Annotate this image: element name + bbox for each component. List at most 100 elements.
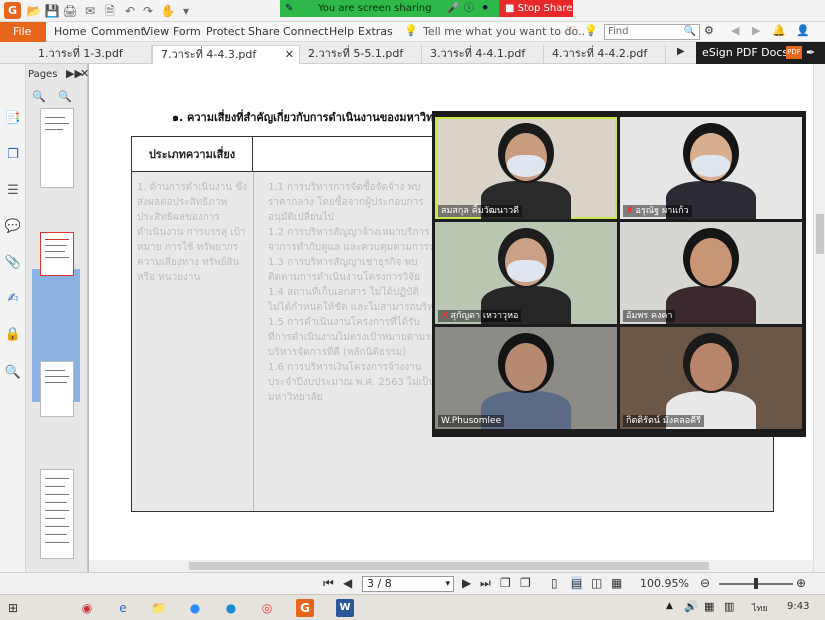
pages-thumbnail-icon[interactable]: ❐ (4, 146, 22, 164)
video-tile[interactable]: ✘ สุกัญดา เหวาวุหอ (435, 222, 617, 324)
zoom-in-page-icon[interactable]: 🔍 (58, 90, 72, 103)
video-tile[interactable]: กิตติรัตน์ มั่งคลอคีรี (620, 327, 802, 429)
shield-icon[interactable]: ⚫ (481, 0, 489, 17)
stop-share-button[interactable]: ■ Stop Share (499, 0, 573, 17)
pin-icon[interactable]: ✎ (285, 0, 293, 17)
horizontal-scroll-thumb[interactable] (189, 562, 709, 570)
face-mask (507, 155, 545, 177)
hand-tool-icon[interactable]: ✋ (160, 3, 176, 19)
input-language[interactable]: ไทย (752, 601, 768, 615)
page-thumbnail-5[interactable] (40, 469, 74, 559)
user-search-icon[interactable]: 🔍 (4, 364, 22, 382)
tray-expand-icon[interactable]: ▲ (666, 601, 673, 611)
single-page-view-icon[interactable]: ▯ (551, 576, 558, 590)
user-account-icon[interactable]: 👤 (796, 24, 810, 37)
menu-share[interactable]: Share (248, 25, 280, 38)
tell-me-search[interactable]: Tell me what you want to do.. (423, 25, 585, 38)
back-arrow-icon[interactable]: ◀ (731, 24, 739, 37)
internet-explorer-icon[interactable]: e (114, 599, 132, 617)
video-tile[interactable]: W.Phusomlee (435, 327, 617, 429)
tab-document-3[interactable]: 2.วาระที่ 5-5.1.pdf (300, 45, 422, 64)
layers-icon[interactable]: ☰ (4, 182, 22, 200)
previous-page-icon[interactable]: ◀ (343, 576, 352, 590)
clock-time[interactable]: 9:43 (787, 601, 809, 612)
save-icon[interactable]: 💾 (44, 3, 60, 19)
windows-start-icon[interactable]: ⊞ (4, 599, 22, 617)
page-thumbnail-4[interactable] (40, 361, 74, 417)
page-number-input[interactable]: 3 / 8 ▾ (362, 576, 454, 592)
tab-document-2[interactable]: 7.วาระที่ 4-4.3.pdf ✕ (152, 45, 300, 64)
lock-icon[interactable]: 🔒 (4, 326, 22, 344)
heart-icon[interactable]: ♡ (566, 24, 576, 37)
menu-connect[interactable]: Connect (283, 25, 328, 38)
notification-bell-icon[interactable]: 🔔 (772, 24, 786, 37)
foxit-logo-icon[interactable]: G (4, 2, 21, 19)
open-folder-icon[interactable]: 📂 (26, 3, 42, 19)
taskbar-app-icon[interactable]: ◉ (78, 599, 96, 617)
info-icon[interactable]: ⓘ (464, 0, 474, 17)
zoom-out-icon[interactable]: ⊖ (700, 576, 710, 590)
file-explorer-icon[interactable]: 📁 (150, 599, 168, 617)
first-page-icon[interactable]: ⏮ (323, 576, 334, 591)
close-tab-icon[interactable]: ✕ (285, 46, 294, 64)
redo-icon[interactable]: ↷ (140, 3, 156, 19)
continuous-facing-view-icon[interactable]: ▦ (611, 576, 622, 590)
close-panel-icon[interactable]: ✕ (80, 67, 89, 80)
menu-protect[interactable]: Protect (206, 25, 245, 38)
customize-dropdown-icon[interactable]: ▾ (178, 3, 194, 19)
foxit-taskbar-icon[interactable]: G (296, 599, 314, 617)
horizontal-scrollbar[interactable] (89, 560, 813, 572)
previous-view-icon[interactable]: ❐ (500, 576, 511, 590)
mic-icon[interactable]: 🎤 (447, 0, 459, 17)
video-tile[interactable]: อัมพร คงคา (620, 222, 802, 324)
next-page-icon[interactable]: ▶ (462, 576, 471, 590)
video-tile[interactable]: ✘ อรุณัฐ ผาแก้ว (620, 117, 802, 219)
print-icon[interactable]: 🖨 (62, 3, 78, 19)
menu-form[interactable]: Form (173, 25, 201, 38)
menu-home[interactable]: Home (54, 25, 86, 38)
tab-list-arrow-icon[interactable]: ▶ (677, 46, 685, 57)
forward-arrow-icon[interactable]: ▶ (752, 24, 760, 37)
lightbulb-tip-icon[interactable]: 💡 (584, 24, 598, 37)
esign-pdf-docs-button[interactable]: eSign PDF Docs PDF ✒ (696, 42, 825, 64)
zoom-level[interactable]: 100.95% (640, 577, 689, 590)
page-dropdown-icon[interactable]: ▾ (445, 577, 450, 591)
comments-icon[interactable]: 💬 (4, 218, 22, 236)
zoom-app-icon[interactable]: ● (186, 599, 204, 617)
menu-extras[interactable]: Extras (358, 25, 393, 38)
word-taskbar-icon[interactable]: W (336, 599, 354, 617)
bookmark-icon[interactable]: 📑 (4, 110, 22, 128)
zoom-out-page-icon[interactable]: 🔍 (32, 90, 46, 103)
signal-icon[interactable]: ▥ (724, 600, 734, 613)
menu-comment[interactable]: Comment (91, 25, 145, 38)
settings-gear-icon[interactable]: ⚙ (704, 24, 714, 37)
facing-view-icon[interactable]: ◫ (591, 576, 602, 590)
chrome-browser-icon[interactable]: ◎ (258, 599, 276, 617)
vertical-scroll-thumb[interactable] (816, 214, 824, 254)
file-menu-button[interactable]: File (0, 22, 46, 42)
vertical-scrollbar[interactable] (813, 64, 825, 572)
menu-help[interactable]: Help (329, 25, 354, 38)
new-document-icon[interactable]: 🗎 (102, 3, 118, 19)
video-tile[interactable]: สมสกุล คิ้มวัฒนาวดี (435, 117, 617, 219)
signature-icon[interactable]: ✍ (4, 290, 22, 308)
tab-label: 2.วาระที่ 5-5.1.pdf (308, 47, 404, 60)
continuous-view-icon[interactable]: ▤ (571, 576, 583, 590)
email-icon[interactable]: ✉ (82, 3, 98, 19)
menu-view[interactable]: View (143, 25, 169, 38)
page-thumbnail-3[interactable] (40, 232, 74, 276)
network-icon[interactable]: ▦ (704, 600, 714, 613)
attachment-icon[interactable]: 📎 (4, 254, 22, 272)
zoom-in-icon[interactable]: ⊕ (796, 576, 806, 590)
volume-icon[interactable]: 🔊 (684, 600, 698, 613)
page-thumbnail-2[interactable] (40, 108, 74, 188)
edge-browser-icon[interactable]: ● (222, 599, 240, 617)
tab-document-1[interactable]: 1.วาระที่ 1-3.pdf (30, 45, 152, 64)
zoom-slider-knob[interactable] (754, 578, 758, 589)
find-input[interactable]: Find 🔍 (604, 24, 700, 40)
next-view-icon[interactable]: ❐ (520, 576, 531, 590)
last-page-icon[interactable]: ⏭ (480, 576, 491, 591)
tab-document-4[interactable]: 3.วาระที่ 4-4.1.pdf (422, 45, 544, 64)
tab-document-5[interactable]: 4.วาระที่ 4-4.2.pdf (544, 45, 666, 64)
undo-icon[interactable]: ↶ (122, 3, 138, 19)
